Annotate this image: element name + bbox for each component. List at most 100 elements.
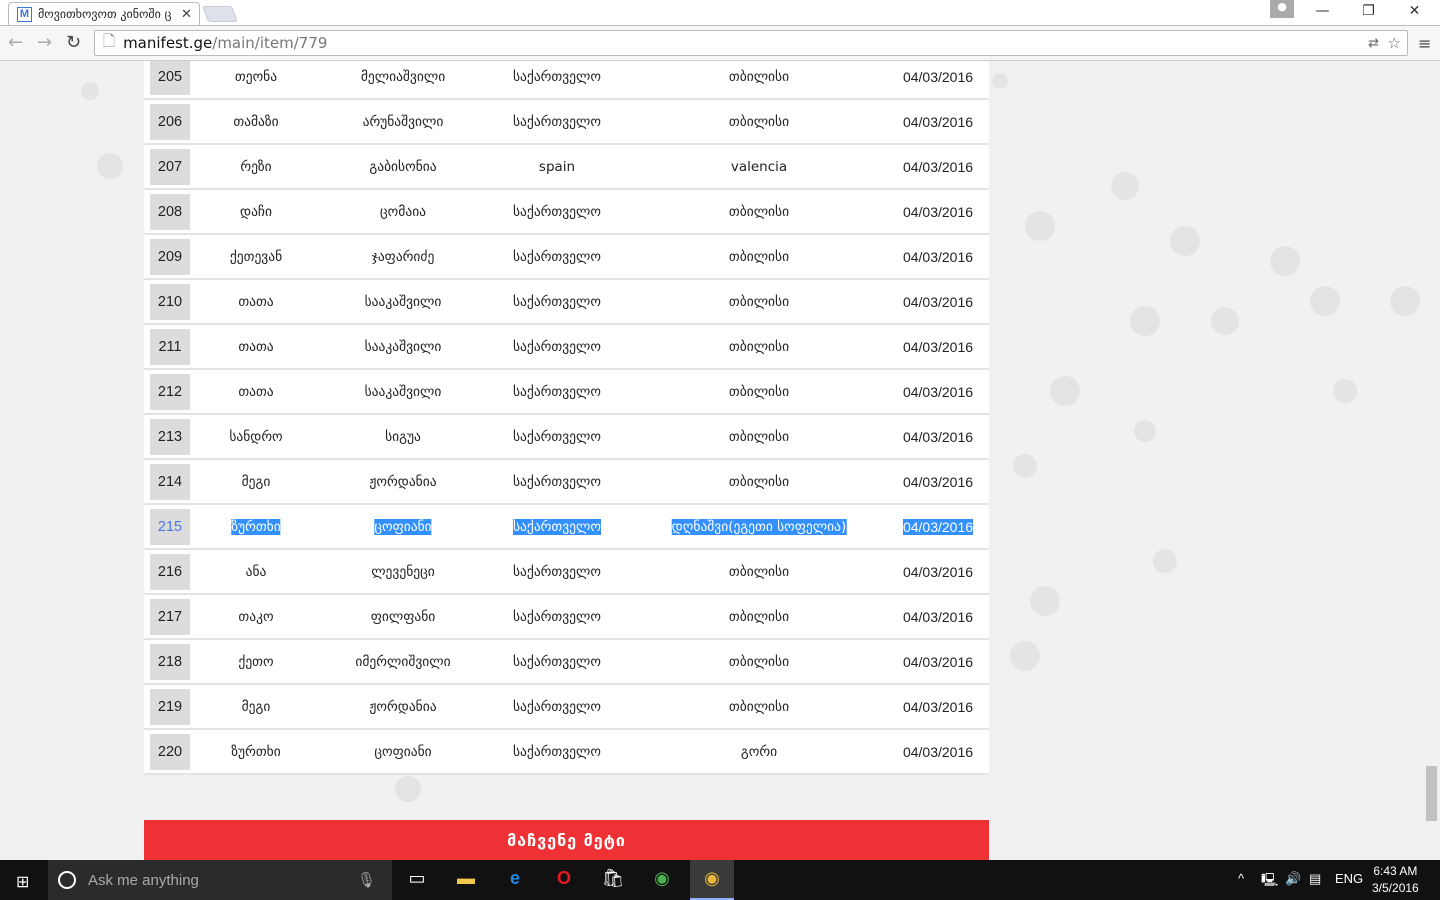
table-row: 206 თამაზი არუნაშვილი საქართველო თბილისი 04/0… — [144, 100, 989, 145]
windows-start-icon[interactable]: ⊞ — [16, 872, 29, 892]
first-name-cell: თეონა — [235, 69, 277, 85]
row-number: 205 — [150, 61, 190, 95]
user-profile-icon[interactable]: ● — [1270, 0, 1294, 18]
row-number: 210 — [150, 284, 190, 320]
address-bar[interactable]: 🗋 manifest.ge/main/item/779 ⇄ ☆ — [94, 30, 1408, 56]
city-cell: თბილისი — [729, 69, 789, 85]
file-explorer-icon[interactable]: ▬ — [451, 868, 481, 892]
city-cell: თბილისი — [729, 654, 789, 670]
volume-icon[interactable]: 🔊 — [1285, 871, 1301, 887]
background-dot — [1111, 172, 1139, 200]
chrome-active-icon[interactable]: ◉ — [690, 860, 734, 900]
show-hidden-icons[interactable]: ^ — [1238, 871, 1244, 886]
last-name-cell: ჟორდანია — [369, 474, 436, 490]
first-name-cell: ანა — [246, 564, 267, 580]
city-cell: გორი — [741, 744, 777, 760]
page-icon: 🗋 — [103, 31, 116, 50]
first-name-cell-text: თეონა — [234, 68, 278, 85]
city-cell: valencia — [731, 159, 787, 175]
city-cell: თბილისი — [729, 249, 789, 265]
close-tab-icon[interactable]: ✕ — [181, 7, 199, 22]
translate-icon[interactable]: ⇄ — [1368, 36, 1379, 51]
back-icon[interactable]: ← — [8, 32, 23, 53]
background-dot — [1134, 420, 1156, 442]
menu-icon[interactable]: ≡ — [1418, 34, 1431, 53]
date-cell-text: 04/03/2016 — [902, 428, 974, 445]
date-cell: 04/03/2016 — [903, 699, 973, 715]
city-cell-text: თბილისი — [728, 428, 790, 445]
last-name-cell: ცოფიანი — [374, 518, 432, 535]
microphone-icon[interactable]: 🎙 — [357, 871, 376, 889]
tab-strip: M მოვითხოვოთ კინოში ც ✕ ● — ❐ ✕ — [0, 0, 1440, 25]
date-cell-text: 04/03/2016 — [902, 68, 974, 85]
city-cell: თბილისი — [729, 204, 789, 220]
date-cell-text: 04/03/2016 — [902, 563, 974, 580]
last-name-cell: მელიაშვილი — [361, 69, 445, 85]
minimize-button[interactable]: — — [1300, 0, 1345, 22]
store-icon[interactable]: 🛍 — [598, 868, 628, 892]
scrollbar[interactable] — [1423, 61, 1440, 860]
chrome-icon[interactable]: ◉ — [647, 868, 677, 892]
task-view-icon[interactable]: ▭ — [402, 868, 432, 892]
edge-icon[interactable]: e — [500, 868, 530, 892]
first-name-cell-text: ქეთევან — [229, 248, 283, 265]
city-cell: დღნაშვი(ეგეთი სოფელია) — [671, 518, 847, 535]
last-name-cell: ცომაია — [380, 204, 426, 220]
restore-button[interactable]: ❐ — [1346, 0, 1391, 22]
table-row: 216 ანა ლევენეცი საქართველო თბილისი 04/03/201… — [144, 550, 989, 595]
date-cell-text: 04/03/2016 — [902, 608, 974, 625]
bookmark-star-icon[interactable]: ☆ — [1388, 34, 1401, 52]
last-name-cell-text: სააკაშვილი — [364, 293, 442, 310]
row-number: 209 — [150, 239, 190, 275]
action-center-icon[interactable]: ▤ — [1309, 871, 1321, 887]
network-icon[interactable]: 🖳 — [1261, 871, 1278, 893]
row-number: 212 — [150, 374, 190, 410]
page-content: 205 თეონა მელიაშვილი საქართველო თბილისი 04/03… — [0, 61, 1423, 860]
country-cell-text: საქართველო — [512, 743, 602, 760]
date-cell: 04/03/2016 — [903, 609, 973, 625]
first-name-cell: თათა — [238, 339, 273, 355]
city-cell-text: გორი — [740, 743, 778, 760]
country-cell: საქართველო — [513, 204, 601, 220]
new-tab-button[interactable] — [202, 6, 238, 22]
last-name-cell-text: სააკაშვილი — [364, 338, 442, 355]
first-name-cell-text: მეგი — [241, 473, 271, 490]
country-cell-text: spain — [538, 158, 576, 175]
country-cell-text: საქართველო — [512, 248, 602, 265]
country-cell: საქართველო — [513, 69, 601, 85]
date-cell-text: 04/03/2016 — [902, 653, 974, 670]
table-row: 211 თათა სააკაშვილი საქართველო თბილისი 04/03/… — [144, 325, 989, 370]
cortana-search[interactable]: Ask me anything 🎙 — [48, 860, 392, 900]
background-dot — [1013, 454, 1037, 478]
close-window-button[interactable]: ✕ — [1392, 0, 1437, 22]
date-cell: 04/03/2016 — [903, 744, 973, 760]
scrollbar-thumb[interactable] — [1426, 766, 1437, 821]
date-cell: 04/03/2016 — [903, 429, 973, 445]
opera-icon[interactable]: O — [549, 868, 579, 892]
row-number: 214 — [150, 464, 190, 500]
last-name-cell: ლევენეცი — [371, 564, 435, 580]
row-number: 208 — [150, 194, 190, 230]
last-name-cell-text: მელიაშვილი — [360, 68, 446, 85]
show-more-button[interactable]: მაჩვენე მეტი — [144, 820, 989, 860]
last-name-cell-text: გაბისონია — [369, 158, 437, 175]
clock[interactable]: 6:43 AM 3/5/2016 — [1372, 863, 1419, 897]
last-name-cell-text: ჟორდანია — [369, 473, 437, 490]
country-cell: საქართველო — [513, 429, 601, 445]
first-name-cell-text: თაკო — [238, 608, 274, 625]
browser-tab[interactable]: M მოვითხოვოთ კინოში ც ✕ — [8, 2, 200, 25]
country-cell-text: საქართველო — [512, 518, 602, 535]
date-cell-text: 04/03/2016 — [902, 293, 974, 310]
country-cell-text: საქართველო — [512, 113, 602, 130]
background-dot — [81, 82, 99, 100]
country-cell: საქართველო — [513, 384, 601, 400]
last-name-cell-text: ცომაია — [379, 203, 427, 220]
date-cell: 04/03/2016 — [903, 564, 973, 580]
first-name-cell-text: ქეთო — [238, 653, 274, 670]
date-cell-text: 04/03/2016 — [902, 383, 974, 400]
country-cell-text: საქართველო — [512, 698, 602, 715]
language-indicator[interactable]: ENG — [1335, 871, 1363, 886]
forward-icon[interactable]: → — [37, 32, 52, 53]
table-row: 212 თათა სააკაშვილი საქართველო თბილისი 04/03/… — [144, 370, 989, 415]
reload-icon[interactable]: ↻ — [66, 32, 81, 53]
